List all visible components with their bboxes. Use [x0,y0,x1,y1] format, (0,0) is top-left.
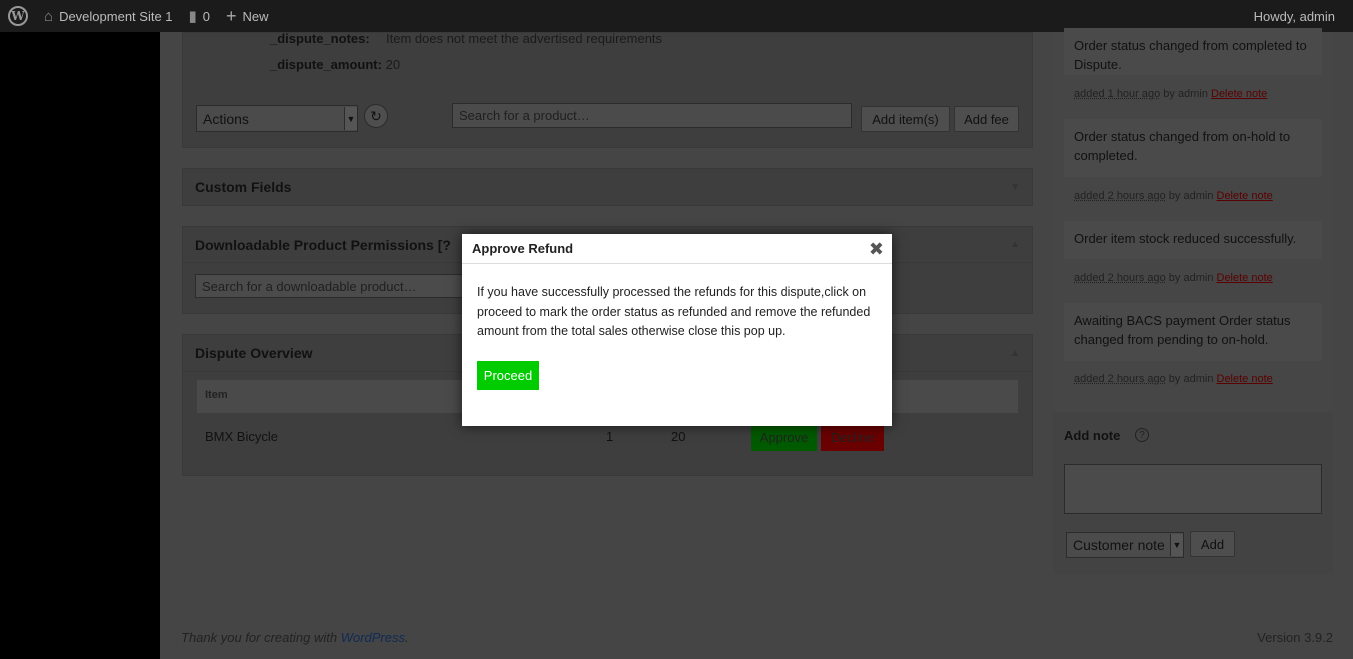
wordpress-link[interactable]: WordPress [341,630,405,645]
comment-bubble-icon: ▮ [188,8,197,25]
toggle-up-icon[interactable]: ▲ [1010,348,1020,359]
dispute-notes-label: _dispute_notes: [270,31,370,46]
custom-fields-header[interactable]: Custom Fields ▼ [183,169,1032,205]
modal-title: Approve Refund [472,241,574,256]
home-icon: ⌂ [44,7,54,25]
note-item: Order item stock reduced successfully. [1064,221,1322,259]
delete-note-link[interactable]: Delete note [1217,373,1273,385]
note-item: Awaiting BACS payment Order status chang… [1064,303,1322,361]
note-author: by admin [1165,272,1217,284]
note-meta: added 1 hour ago by admin Delete note [1074,88,1267,100]
dispute-overview-title: Dispute Overview [195,345,313,361]
dispute-amount-row: _dispute_amount: 20 [270,57,400,72]
delete-note-link[interactable]: Delete note [1211,88,1267,100]
note-author: by admin [1160,88,1211,100]
modal-message: If you have successfully processed the r… [477,285,871,338]
help-icon[interactable]: ? [1135,428,1149,442]
note-type-select[interactable]: Customer note ▼ [1066,532,1184,558]
note-time: added 2 hours ago [1074,373,1166,385]
toggle-down-icon[interactable]: ▼ [1010,182,1020,193]
dispute-amount-value: 20 [385,57,401,72]
admin-menu [0,32,160,659]
site-name-label: Development Site 1 [59,8,173,24]
add-note-button[interactable]: Add [1190,531,1235,557]
wordpress-logo-icon[interactable]: W [0,0,36,32]
note-time: added 1 hour ago [1074,88,1161,100]
decline-button[interactable]: Decline [821,423,884,451]
downloadable-search-placeholder: Search for a downloadable product… [202,278,417,294]
add-fee-button[interactable]: Add fee [954,106,1019,132]
add-items-button[interactable]: Add item(s) [861,106,950,132]
dispute-item-name: BMX Bicycle [205,429,278,444]
downloadable-search-input[interactable]: Search for a downloadable product… [195,274,475,298]
actions-select-value: Actions [203,110,249,127]
note-text: Order item stock reduced successfully. [1074,231,1297,246]
howdy-label: Howdy, admin [1253,8,1335,24]
plus-icon: + [226,5,237,26]
note-type-value: Customer note [1073,537,1165,553]
new-content-link[interactable]: + New [218,0,277,32]
add-note-title: Add note [1064,428,1121,443]
note-meta: added 2 hours ago by admin Delete note [1074,373,1273,385]
dispute-notes-value: Item does not meet the advertised requir… [386,31,663,46]
footer-version: Version 3.9.2 [1257,630,1333,645]
note-text: Order status changed from on-hold to com… [1074,129,1291,163]
site-name-link[interactable]: ⌂ Development Site 1 [36,0,181,32]
comments-count: 0 [202,8,211,24]
modal-header: Approve Refund ✖ [462,234,892,264]
close-icon[interactable]: ✖ [869,240,884,258]
refresh-icon[interactable]: ↻ [364,104,388,128]
proceed-button[interactable]: Proceed [477,361,539,390]
note-text: Order status changed from completed to D… [1074,38,1307,72]
delete-note-link[interactable]: Delete note [1217,190,1273,202]
product-search-placeholder: Search for a product… [459,108,590,123]
dispute-item-amount: 20 [671,429,686,444]
delete-note-link[interactable]: Delete note [1217,272,1273,284]
note-author: by admin [1165,190,1217,202]
new-label: New [242,8,269,24]
note-time: added 2 hours ago [1074,190,1166,202]
footer-period: . [405,630,409,645]
dispute-item-qty: 1 [606,429,614,444]
toggle-up-icon[interactable]: ▲ [1010,239,1020,250]
note-item: Order status changed from completed to D… [1064,28,1322,75]
note-time: added 2 hours ago [1074,272,1166,284]
approve-refund-modal: Approve Refund ✖ If you have successfull… [462,234,892,426]
custom-fields-title: Custom Fields [195,179,292,195]
note-text: Awaiting BACS payment Order status chang… [1074,313,1291,347]
note-item: Order status changed from on-hold to com… [1064,119,1322,177]
note-meta: added 2 hours ago by admin Delete note [1074,272,1273,284]
downloadable-title: Downloadable Product Permissions [? [195,236,451,253]
comments-link[interactable]: ▮ 0 [181,0,219,32]
note-author: by admin [1165,373,1217,385]
dispute-notes-row: _dispute_notes: [270,31,370,46]
chevron-down-icon: ▼ [344,107,357,130]
footer-thanks-text: Thank you for creating with [181,630,341,645]
note-meta: added 2 hours ago by admin Delete note [1074,190,1273,202]
footer-thanks: Thank you for creating with WordPress. [181,630,409,645]
dispute-amount-label: _dispute_amount: [270,57,382,72]
custom-fields-box: Custom Fields ▼ [182,168,1033,206]
approve-button[interactable]: Approve [751,423,817,451]
column-item: Item [205,389,228,401]
actions-select[interactable]: Actions ▼ [196,105,358,132]
product-search-input[interactable]: Search for a product… [452,103,852,128]
chevron-down-icon: ▼ [1170,534,1183,556]
note-textarea[interactable] [1064,464,1322,514]
